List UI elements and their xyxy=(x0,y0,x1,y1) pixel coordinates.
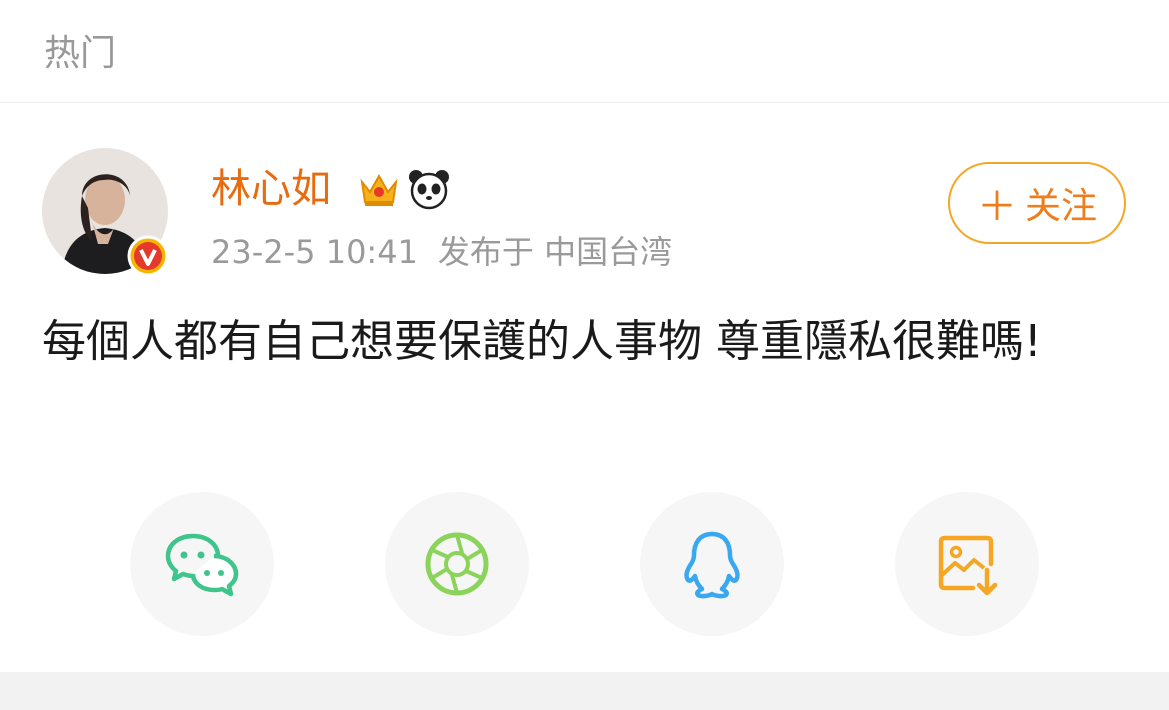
share-save-image-button[interactable] xyxy=(895,492,1039,636)
qq-icon xyxy=(684,531,740,599)
follow-label: 关注 xyxy=(1024,186,1097,227)
crown-badge-icon xyxy=(356,166,402,212)
verified-v-icon xyxy=(127,235,169,277)
moments-icon xyxy=(425,532,489,596)
plus-icon: ＋ xyxy=(976,184,1017,230)
post-text: 每個人都有自己想要保護的人事物 尊重隱私很難嗎! xyxy=(42,316,1042,367)
share-wechat-button[interactable] xyxy=(130,492,274,636)
tab-hot[interactable]: 热门 xyxy=(44,32,116,76)
panda-badge-icon xyxy=(406,166,452,212)
post-location: 发布于 中国台湾 xyxy=(437,233,673,271)
save-image-icon xyxy=(938,535,998,596)
follow-button[interactable]: ＋ 关注 xyxy=(948,162,1126,244)
username[interactable]: 林心如 xyxy=(211,165,331,213)
wechat-icon xyxy=(165,533,239,597)
top-tab-bar: 热门 xyxy=(0,0,1169,103)
post-timestamp: 23-2-5 10:41 xyxy=(211,233,418,271)
share-qq-button[interactable] xyxy=(640,492,784,636)
post-meta: 23-2-5 10:41 发布于 中国台湾 xyxy=(211,232,692,272)
share-moments-button[interactable] xyxy=(385,492,529,636)
bottom-divider xyxy=(0,672,1169,710)
